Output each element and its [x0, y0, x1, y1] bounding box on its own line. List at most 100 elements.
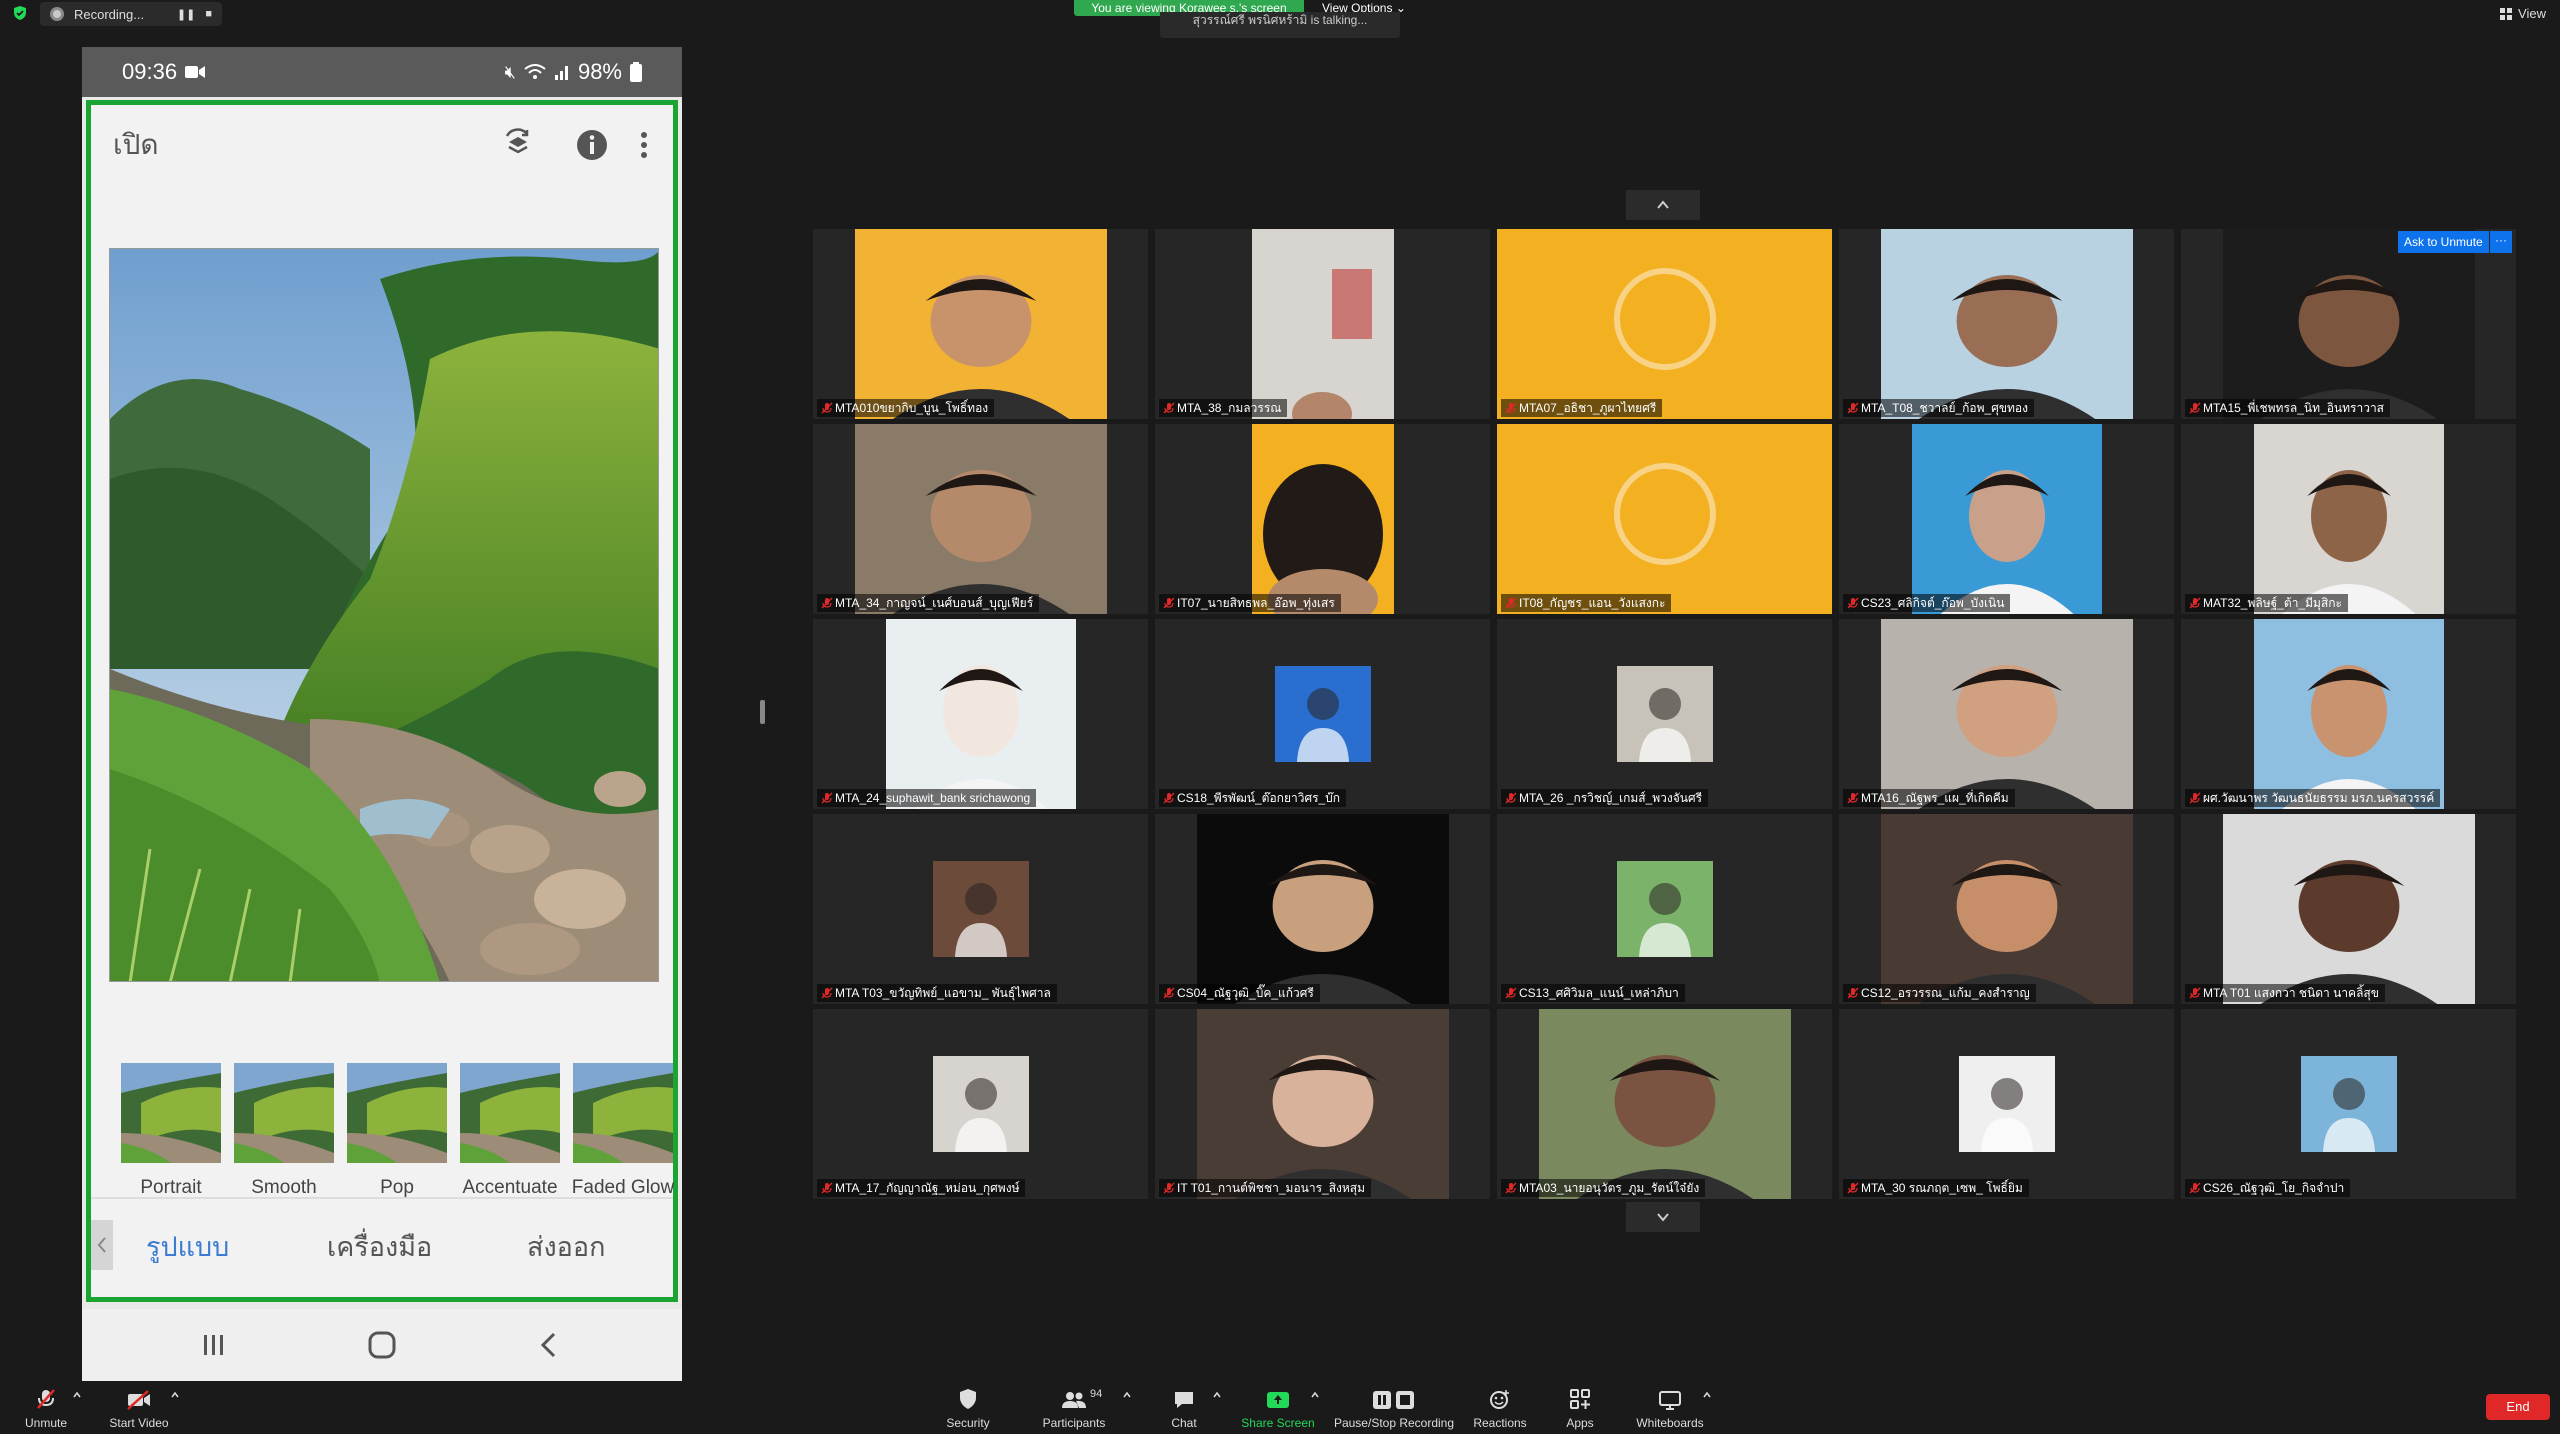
- editor-bottom-tabs: รูปแบบ เครื่องมือ ส่งออก: [91, 1197, 673, 1297]
- start-video-button[interactable]: Start Video: [104, 1378, 174, 1434]
- participant-tile[interactable]: MTA_26 _กรวิชญ์_เกมส์_พวงจันศรี: [1497, 619, 1832, 809]
- chat-button[interactable]: Chat: [1162, 1378, 1206, 1434]
- participant-tile[interactable]: MTA T03_ขวัญทิพย์_แอขาม_ พันธุ์ไพศาล: [813, 814, 1148, 1004]
- apps-button[interactable]: Apps: [1560, 1378, 1600, 1434]
- layers-refresh-icon[interactable]: [501, 128, 535, 162]
- participant-tile[interactable]: MTA15_พี่เชพทรล_นิท_อินทราวาส: [2181, 229, 2516, 419]
- shield-icon[interactable]: [12, 5, 28, 21]
- tile-more-options-button[interactable]: ···: [2490, 231, 2512, 253]
- pause-stop-recording-button[interactable]: Pause/Stop Recording: [1332, 1378, 1456, 1434]
- view-button[interactable]: View: [2500, 6, 2546, 21]
- participant-tile[interactable]: MTA T01 แสงกวา ชนิดา นาคลิ้สุข: [2181, 814, 2516, 1004]
- unmute-button[interactable]: Unmute: [20, 1378, 72, 1434]
- tab-tools[interactable]: เครื่องมือ: [327, 1225, 432, 1268]
- participant-name-tag: CS18_พีรพัฒน์_ต๊อกยาวิศร_บ๊ก: [1159, 789, 1347, 807]
- participant-tile[interactable]: MTA_24_suphawit_bank srichawong: [813, 619, 1148, 809]
- participant-tile[interactable]: CS18_พีรพัฒน์_ต๊อกยาวิศร_บ๊ก: [1155, 619, 1490, 809]
- caret-up-icon[interactable]: [1122, 1390, 1132, 1400]
- reactions-icon: [1490, 1390, 1509, 1409]
- participant-tile[interactable]: MTA_30 รณภฤต_เซพ_ โพธิ์ยิม: [1839, 1009, 2174, 1199]
- participant-tile[interactable]: CS13_ศศิวิมล_แนน์_เหล่าภิบา: [1497, 814, 1832, 1004]
- filter-preview-image: [347, 1063, 447, 1163]
- photo-preview[interactable]: [109, 248, 659, 982]
- participants-button[interactable]: 94 Participants: [1036, 1378, 1112, 1434]
- reactions-label: Reactions: [1473, 1416, 1527, 1430]
- filter-preview-image: [460, 1063, 560, 1163]
- ask-to-unmute-button[interactable]: Ask to Unmute: [2398, 231, 2489, 253]
- view-label: View: [2518, 6, 2546, 21]
- gallery-page-up-button[interactable]: [1626, 190, 1700, 220]
- shield-icon: [960, 1389, 976, 1409]
- participant-video: [1880, 619, 2133, 809]
- participants-count: 94: [1090, 1388, 1103, 1400]
- editor-app-frame: เปิด Portrait Smooth Pop Accentuate Fade…: [86, 100, 678, 1302]
- filter-label: Portrait: [140, 1177, 202, 1198]
- caret-up-icon[interactable]: [170, 1390, 180, 1400]
- microphone-muted-icon: [1163, 597, 1175, 609]
- recent-apps-icon[interactable]: [198, 1329, 230, 1361]
- filter-thumbnail[interactable]: [573, 1063, 673, 1163]
- participant-tile[interactable]: MTA_17_กัญญาณัฐ_หม่อน_กุศพงษ์: [813, 1009, 1148, 1199]
- filter-label: Accentuate: [462, 1177, 558, 1198]
- participant-name: MTA07_อธิชา_ภูผาไทยศรี: [1519, 401, 1657, 415]
- filter-thumbnail[interactable]: [460, 1063, 560, 1163]
- caret-up-icon[interactable]: [1702, 1390, 1712, 1400]
- microphone-muted-icon: [1505, 792, 1517, 804]
- split-divider-handle[interactable]: [760, 700, 765, 724]
- pause-stop-icon: [1373, 1391, 1414, 1409]
- filter-thumbnail[interactable]: [234, 1063, 334, 1163]
- participant-tile[interactable]: MTA_34_กาญจน์_เนศ์บอนส์_บุญเฟียร์: [813, 424, 1148, 614]
- participant-gallery: MTA010ขยากิบ_บูน_โพธิ์ทอง MTA_38_กมลวรรณ M…: [813, 229, 2517, 1199]
- pause-recording-label: Pause/Stop Recording: [1333, 1416, 1455, 1430]
- pause-recording-icon[interactable]: ❚❚: [177, 8, 195, 21]
- participant-tile[interactable]: IT08_กัญชร_แอน_วังแสงกะ: [1497, 424, 1832, 614]
- microphone-muted-icon: [821, 1182, 833, 1194]
- share-screen-button[interactable]: Share Screen: [1238, 1378, 1318, 1434]
- info-icon[interactable]: [575, 128, 609, 162]
- participant-tile[interactable]: IT07_นายสิทธพล_อ๊อพ_ทุ่งเสร: [1155, 424, 1490, 614]
- caret-up-icon[interactable]: [72, 1390, 82, 1400]
- reactions-button[interactable]: Reactions: [1470, 1378, 1530, 1434]
- participant-tile[interactable]: IT T01_กานต์พิชชา_มอนาร_สิงหสุม: [1155, 1009, 1490, 1199]
- filter-thumbnail[interactable]: [121, 1063, 221, 1163]
- battery-icon: [630, 62, 642, 82]
- chevron-down-icon: [1657, 1213, 1669, 1222]
- start-video-label: Start Video: [109, 1416, 169, 1430]
- participant-video: [1251, 424, 1394, 614]
- microphone-muted-icon: [2189, 1182, 2201, 1194]
- microphone-muted-icon: [1847, 1182, 1859, 1194]
- participant-tile[interactable]: MTA_T08_ชวาลย์_ก้อพ_ศุขทอง: [1839, 229, 2174, 419]
- stop-recording-icon[interactable]: ■: [205, 8, 212, 20]
- participant-tile[interactable]: MTA_38_กมลวรรณ: [1155, 229, 1490, 419]
- tab-styles[interactable]: รูปแบบ: [146, 1225, 229, 1268]
- whiteboards-button[interactable]: Whiteboards: [1630, 1378, 1710, 1434]
- participant-video: [1251, 229, 1394, 419]
- participant-tile[interactable]: MTA03_นายอนุวัตร_ภูม_รัตน์ใจ๋ยัง: [1497, 1009, 1832, 1199]
- more-options-icon[interactable]: [637, 128, 651, 162]
- open-button[interactable]: เปิด: [113, 123, 461, 167]
- home-icon[interactable]: [366, 1329, 398, 1361]
- microphone-muted-icon: [2189, 792, 2201, 804]
- participant-tile[interactable]: MTA16_ณัฐพร_แผ_ที่เกิดคีม: [1839, 619, 2174, 809]
- filter-preview-image: [121, 1063, 221, 1163]
- participant-tile[interactable]: MTA07_อธิชา_ภูผาไทยศรี: [1497, 229, 1832, 419]
- participant-name-tag: MAT32_พลิษฐ์_ต้า_มีมุสิกะ: [2185, 594, 2348, 612]
- participant-name-tag: MTA_26 _กรวิชญ์_เกมส์_พวงจันศรี: [1501, 789, 1709, 807]
- participant-tile[interactable]: MTA010ขยากิบ_บูน_โพธิ์ทอง: [813, 229, 1148, 419]
- participant-tile[interactable]: ผศ.วัฒนาพร วัฒนธนัยธรรม มรภ.นครสวรรค์: [2181, 619, 2516, 809]
- participant-tile[interactable]: MAT32_พลิษฐ์_ต้า_มีมุสิกะ: [2181, 424, 2516, 614]
- security-button[interactable]: Security: [936, 1378, 1000, 1434]
- end-meeting-button[interactable]: End: [2486, 1394, 2550, 1420]
- participant-tile[interactable]: CS23_ศลิกิจต์_ก๊อพ_บังเนิน: [1839, 424, 2174, 614]
- talking-indicator: สุวรรณ์ศรี พรนิศหร้ามิ is talking...: [1160, 12, 1400, 38]
- participant-tile[interactable]: CS26_ณัฐวุฒิ_โย_กิจจำปา: [2181, 1009, 2516, 1199]
- caret-up-icon[interactable]: [1212, 1390, 1222, 1400]
- participant-tile[interactable]: CS04_ณัฐวุฒิ_บิ๊ค_แก้วศรี: [1155, 814, 1490, 1004]
- tab-export[interactable]: ส่งออก: [527, 1225, 605, 1268]
- gallery-page-down-button[interactable]: [1626, 1202, 1700, 1232]
- caret-up-icon[interactable]: [1310, 1390, 1320, 1400]
- participant-video: [2222, 814, 2475, 1004]
- filter-thumbnail[interactable]: [347, 1063, 447, 1163]
- participant-tile[interactable]: CS12_อรวรรณ_แก้ม_คงสำราญ: [1839, 814, 2174, 1004]
- back-icon[interactable]: [534, 1329, 566, 1361]
